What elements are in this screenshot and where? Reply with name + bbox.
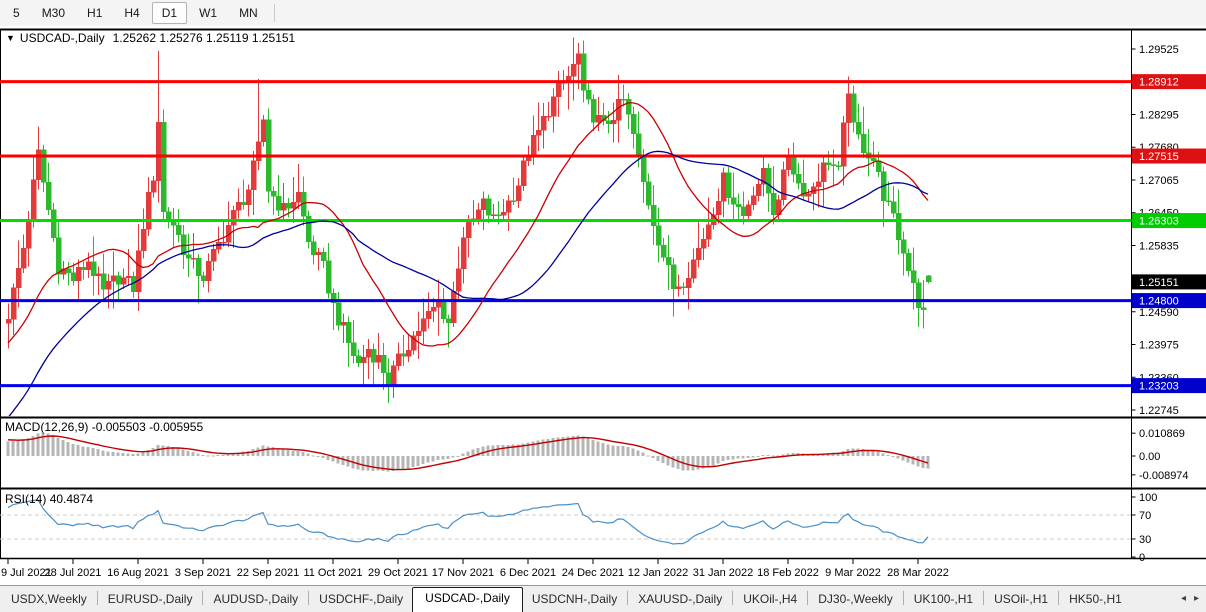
svg-text:1.23975: 1.23975 [1139,340,1179,352]
price-badge-resistance-2: 1.27515 [1132,148,1206,164]
svg-text:1.26303: 1.26303 [1139,216,1179,228]
svg-text:3 Sep 2021: 3 Sep 2021 [175,567,231,579]
svg-text:30: 30 [1139,534,1151,546]
svg-text:-0.008974: -0.008974 [1139,470,1189,482]
svg-text:1.28912: 1.28912 [1139,77,1179,89]
date-axis[interactable]: 9 Jul 202128 Jul 2021 16 Aug 2021 3 Sep 20… [1,559,949,579]
svg-text:1.24800: 1.24800 [1139,296,1179,308]
price-badge-current-price: 1.25151 [1132,274,1206,290]
chart-title: ▼ USDCAD-,Daily 1.25262 1.25276 1.25119 1.… [6,31,295,45]
timeframe-m30[interactable]: M30 [32,2,75,24]
symbol-tab-bar: USDX,Weekly EURUSD-,Daily AUDUSD-,Daily USD… [0,585,1206,612]
timeframe-toolbar: 5 M30 H1 H4 D1 W1 MN [0,0,1206,26]
tab-scroll-right-icon[interactable]: ▸ [1194,593,1199,604]
tab-separator [308,591,310,605]
chart-tab-usdx-weekly[interactable]: USDX,Weekly [2,588,96,612]
svg-text:24 Dec 2021: 24 Dec 2021 [562,567,624,579]
rsi-value: 40.4874 [49,492,94,506]
toolbar-separator [273,4,275,22]
ma-slow-line [8,150,929,416]
price-badge-support-1: 1.24800 [1132,293,1206,309]
tab-separator [627,591,629,605]
price-badge-support-2: 1.23203 [1132,378,1206,394]
macd-indicator-label: MACD(12,26,9) -0.005503 -0.005955 [5,420,203,434]
tab-scroll-arrows: ◂ ▸ [1176,593,1204,612]
svg-text:29 Oct 2021: 29 Oct 2021 [368,567,428,579]
chart-tab-ukoil-h4[interactable]: UKOil-,H4 [734,588,806,612]
rsi-indicator-label: RSI(14) 40.4874 [5,492,93,506]
chart-tab-dj30-weekly[interactable]: DJ30-,Weekly [809,588,901,612]
rsi-pane [0,499,1132,545]
chart-symbol-label: USDCAD-,Daily [19,31,105,45]
macd-values: -0.005503 -0.005955 [91,420,204,434]
chart-tab-uk100-h1[interactable]: UK100-,H1 [905,588,982,612]
svg-text:1.29525: 1.29525 [1139,44,1179,56]
chart-tab-usoil-h1[interactable]: USOil-,H1 [985,588,1057,612]
tab-separator [732,591,734,605]
chart-tab-usdchf-daily[interactable]: USDCHF-,Daily [310,588,412,612]
support-resistance-lines[interactable] [0,80,1132,388]
svg-text:1.27065: 1.27065 [1139,175,1179,187]
svg-text:0.00: 0.00 [1139,451,1160,463]
chart-ohlc-values: 1.25262 1.25276 1.25119 1.25151 [112,31,296,45]
timeframe-5[interactable]: 5 [3,2,30,24]
timeframe-mn[interactable]: MN [229,2,268,24]
rsi-line [7,499,929,545]
timeframe-d1[interactable]: D1 [151,2,188,24]
chart-area[interactable]: 1.295251.282951.276801.270651.264501.258… [0,26,1206,586]
svg-text:1.27515: 1.27515 [1139,151,1179,163]
mt4-terminal: 5 M30 H1 H4 D1 W1 MN 1.29525 1.28295 1.27680 1.27… [0,0,1206,612]
tab-separator [983,591,985,605]
tab-separator [96,591,98,605]
svg-text:1.28295: 1.28295 [1139,109,1179,121]
price-badge-resistance-1: 1.28912 [1132,74,1206,90]
svg-text:1.22745: 1.22745 [1139,405,1179,417]
tab-scroll-left-icon[interactable]: ◂ [1181,593,1186,604]
svg-text:28 Mar 2022: 28 Mar 2022 [887,567,949,579]
svg-text:18 Feb 2022: 18 Feb 2022 [757,567,819,579]
chart-tab-xauusd-daily[interactable]: XAUUSD-,Daily [629,588,731,612]
price-badge-pivot-level: 1.26303 [1132,213,1206,229]
chart-tab-eurusd-daily[interactable]: EURUSD-,Daily [99,588,202,612]
svg-text:100: 100 [1139,492,1157,504]
timeframe-h1[interactable]: H1 [77,2,112,24]
svg-text:6 Dec 2021: 6 Dec 2021 [500,567,556,579]
svg-text:0: 0 [1139,552,1145,564]
chart-tab-audusd-daily[interactable]: AUDUSD-,Daily [204,588,307,612]
svg-text:28 Jul 2021: 28 Jul 2021 [45,567,102,579]
tab-separator [202,591,204,605]
svg-text:0.010869: 0.010869 [1139,428,1185,440]
svg-text:16 Aug 2021: 16 Aug 2021 [107,567,169,579]
tab-separator [902,591,904,605]
chart-tab-hk50-h1[interactable]: HK50-,H1 [1060,588,1131,612]
svg-text:1.25835: 1.25835 [1139,240,1179,252]
svg-text:11 Oct 2021: 11 Oct 2021 [303,567,362,579]
timeframe-h4[interactable]: H4 [114,2,149,24]
svg-text:22 Sep 2021: 22 Sep 2021 [237,567,299,579]
svg-text:1.25151: 1.25151 [1139,277,1179,289]
chart-dropdown-icon[interactable]: ▼ [6,33,15,43]
svg-text:70: 70 [1139,510,1151,522]
tab-separator [807,591,809,605]
timeframe-w1[interactable]: W1 [189,2,227,24]
chart-tab-usdcnh-daily[interactable]: USDCNH-,Daily [523,588,626,612]
svg-text:1.23203: 1.23203 [1139,381,1179,393]
tab-separator [1058,591,1060,605]
chart-tab-usdcad-daily[interactable]: USDCAD-,Daily [412,587,523,612]
svg-text:17 Nov 2021: 17 Nov 2021 [432,567,494,579]
svg-text:9 Mar 2022: 9 Mar 2022 [825,567,881,579]
rsi-name: RSI(14) [5,492,47,506]
svg-text:1.24590: 1.24590 [1139,307,1179,319]
macd-name: MACD(12,26,9) [5,420,89,434]
svg-text:31 Jan 2022: 31 Jan 2022 [693,567,754,579]
svg-text:12 Jan 2022: 12 Jan 2022 [628,567,689,579]
